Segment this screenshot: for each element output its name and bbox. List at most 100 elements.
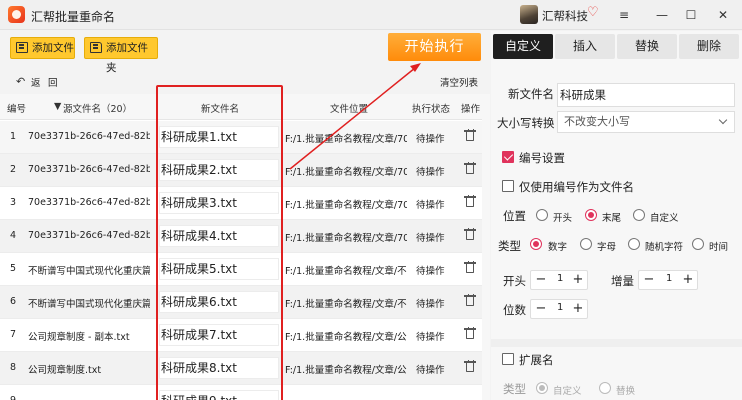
add-file-label: 添加文件 (32, 42, 74, 54)
minus-icon[interactable]: − (640, 271, 658, 289)
trash-icon[interactable] (464, 129, 476, 143)
step-value[interactable]: 1 (666, 273, 672, 284)
position-custom-radio[interactable] (633, 209, 645, 221)
type-letter-radio[interactable] (580, 238, 592, 250)
step-label: 增量 (611, 274, 634, 288)
type-label: 类型 (498, 239, 521, 253)
header-location[interactable]: 文件位置 (330, 101, 368, 115)
plus-icon[interactable]: + (569, 271, 587, 289)
trash-icon[interactable] (464, 327, 476, 341)
type-time-radio[interactable] (692, 238, 704, 250)
digits-value[interactable]: 1 (557, 302, 563, 313)
source-file-name: 70e3371b-26c6-47ed-82ba-3e7 (28, 131, 150, 142)
add-folder-button[interactable]: 添加文件夹 (84, 37, 158, 74)
source-file-name: 公司规章制度 - 副本.txt (28, 332, 130, 343)
step-stepper[interactable]: − 1 + (638, 270, 698, 290)
maximize-icon[interactable]: ☐ (679, 5, 703, 25)
ext-checkbox[interactable] (502, 353, 514, 365)
position-custom-label: 自定义 (650, 213, 679, 224)
plus-icon[interactable]: + (679, 271, 697, 289)
status-text: 待操作 (416, 233, 445, 244)
table-scrollbar[interactable] (482, 94, 490, 400)
minimize-icon[interactable]: — (650, 5, 674, 25)
source-file-name: 70e3371b-26c6-47ed-82ba-3e7 (28, 230, 150, 241)
position-start-radio[interactable] (536, 209, 548, 221)
title-bar: 汇帮批量重命名 汇帮科技 ♡ ≡ — ☐ ✕ (0, 0, 742, 30)
minus-icon[interactable]: − (532, 271, 550, 289)
plus-icon[interactable]: + (569, 300, 587, 318)
ext-replace-label: 替换 (616, 386, 636, 397)
undo-icon[interactable]: ↶ (16, 75, 25, 88)
start-value[interactable]: 1 (557, 273, 563, 284)
chevron-down-icon (718, 115, 728, 125)
status-text: 待操作 (416, 167, 445, 178)
trash-icon[interactable] (464, 360, 476, 374)
row-number: 2 (10, 164, 17, 175)
source-file-name: 不断谱写中国式现代化重庆篇章.txt (28, 299, 150, 310)
status-text: 待操作 (416, 332, 445, 343)
start-stepper[interactable]: − 1 + (530, 270, 588, 290)
new-name-label: 新文件名 (508, 87, 554, 101)
trash-icon[interactable] (464, 228, 476, 242)
trash-icon[interactable] (464, 162, 476, 176)
menu-icon[interactable]: ≡ (612, 5, 636, 25)
start-button[interactable]: 开始执行 (388, 33, 481, 61)
type-random-radio[interactable] (628, 238, 640, 250)
folder-icon (90, 42, 102, 53)
header-status[interactable]: 执行状态 (412, 101, 450, 115)
type-random-label: 随机字符 (645, 242, 684, 253)
status-text: 待操作 (416, 299, 445, 310)
tab-delete[interactable]: 删除 (679, 34, 739, 59)
ext-custom-label: 自定义 (553, 386, 582, 397)
position-start-label: 开头 (553, 213, 573, 224)
trash-icon[interactable] (464, 261, 476, 275)
position-end-radio[interactable] (585, 209, 597, 221)
source-file-name: 不断谱写中国式现代化重庆篇章 - | (28, 266, 150, 277)
case-select[interactable]: 不改变大小写 (557, 111, 735, 133)
ext-custom-radio[interactable] (536, 382, 548, 394)
file-location: F:/1.批量重命名教程/文章/公司规 (285, 332, 407, 343)
trash-icon[interactable] (464, 195, 476, 209)
row-number: 8 (10, 362, 17, 373)
row-number: 9 (10, 395, 22, 400)
type-number-radio[interactable] (530, 238, 542, 250)
app-title: 汇帮批量重命名 (31, 10, 116, 24)
only-number-label: 仅使用编号作为文件名 (519, 180, 634, 194)
file-location: F:/1.批量重命名教程/文章/70e337 (285, 233, 407, 244)
only-number-checkbox[interactable] (502, 180, 514, 192)
digits-label: 位数 (503, 303, 526, 317)
source-file-name: 70e3371b-26c6-47ed-82ba-3e7 (28, 197, 150, 208)
row-number: 1 (10, 131, 17, 142)
row-number: 5 (10, 263, 17, 274)
minus-icon[interactable]: − (532, 300, 550, 318)
file-location: F:/1.批量重命名教程/文章/不断谱 (285, 266, 407, 277)
add-file-button[interactable]: 添加文件 (10, 37, 75, 59)
tab-custom[interactable]: 自定义 (493, 34, 553, 59)
file-location: F:/1.批量重命名教程/文章/70e337 (285, 134, 407, 145)
header-source[interactable]: 源文件名（20） (63, 101, 132, 115)
tab-replace[interactable]: 替换 (617, 34, 677, 59)
tab-insert[interactable]: 插入 (555, 34, 615, 59)
header-no[interactable]: 编号 (7, 101, 26, 115)
close-icon[interactable]: ✕ (711, 5, 735, 25)
trash-icon[interactable] (464, 294, 476, 308)
numbering-checkbox[interactable] (502, 151, 514, 163)
status-text: 待操作 (416, 134, 445, 145)
file-location: F:/1.批量重命名教程/文章/70e337 (285, 167, 407, 178)
new-name-highlight (156, 85, 283, 400)
user-avatar[interactable] (520, 5, 538, 24)
row-number: 3 (10, 197, 17, 208)
clear-list-button[interactable]: 清空列表 (440, 75, 478, 89)
row-number: 6 (10, 296, 17, 307)
status-text: 待操作 (416, 266, 445, 277)
heart-icon[interactable]: ♡ (587, 5, 599, 20)
digits-stepper[interactable]: − 1 + (530, 299, 588, 319)
undo-button[interactable]: 返 (31, 75, 41, 89)
redo-button[interactable]: 回 (48, 75, 58, 89)
position-label: 位置 (503, 209, 526, 223)
settings-panel: 自定义 插入 替换 删除 新文件名 科研成果 大小写转换 不改变大小写 编号设置… (491, 31, 742, 400)
position-end-label: 末尾 (602, 213, 622, 224)
sort-desc-icon[interactable]: ▼ (54, 101, 61, 112)
ext-replace-radio[interactable] (599, 382, 611, 394)
new-name-input[interactable]: 科研成果 (557, 83, 735, 107)
